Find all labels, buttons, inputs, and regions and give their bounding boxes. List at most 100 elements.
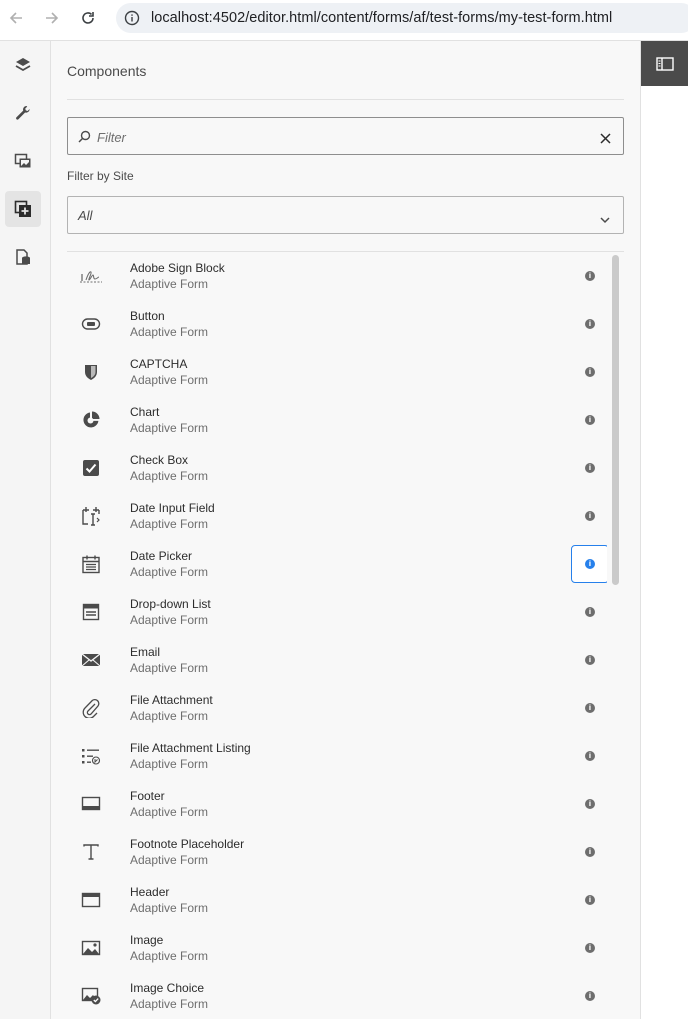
component-name: CAPTCHA	[130, 357, 188, 371]
component-name: Chart	[130, 405, 160, 419]
component-list-item[interactable]: Footnote Placeholder Adaptive Form i	[67, 828, 607, 876]
checkbox-icon	[77, 456, 105, 480]
info-button[interactable]: i	[571, 641, 607, 679]
components-add-icon[interactable]	[5, 191, 41, 227]
info-icon: i	[585, 991, 595, 1001]
info-button[interactable]: i	[571, 353, 607, 391]
component-group: Adaptive Form	[130, 757, 209, 771]
info-icon: i	[585, 511, 595, 521]
dropdown-list-icon	[77, 600, 105, 624]
search-icon	[78, 130, 91, 143]
component-list-item[interactable]: Chart Adaptive Form i	[67, 396, 607, 444]
filter-input[interactable]	[97, 127, 577, 147]
component-name: Check Box	[130, 453, 189, 467]
component-list-item[interactable]: Footer Adaptive Form i	[67, 780, 607, 828]
info-button[interactable]: i	[571, 689, 607, 727]
component-list-item[interactable]: Header Adaptive Form i	[67, 876, 607, 924]
clear-icon[interactable]	[600, 131, 611, 144]
side-rail	[0, 41, 51, 1019]
component-group: Adaptive Form	[130, 421, 209, 435]
component-group: Adaptive Form	[130, 805, 209, 819]
address-bar[interactable]: localhost:4502/editor.html/content/forms…	[116, 3, 688, 33]
assets-icon[interactable]	[5, 143, 41, 179]
component-list-item[interactable]: Image Choice Adaptive Form i	[67, 972, 607, 1019]
info-button[interactable]: i	[571, 881, 607, 919]
component-group: Adaptive Form	[130, 997, 209, 1011]
component-name: Adobe Sign Block	[130, 261, 225, 275]
component-name: Footnote Placeholder	[130, 837, 245, 851]
component-list-item[interactable]: File Attachment Adaptive Form i	[67, 684, 607, 732]
info-button[interactable]: i	[571, 545, 607, 583]
component-list-item[interactable]: Date Input Field Adaptive Form i	[67, 492, 607, 540]
button-icon	[77, 312, 105, 336]
component-list-item[interactable]: CAPTCHA Adaptive Form i	[67, 348, 607, 396]
info-icon: i	[585, 463, 595, 473]
data-sources-icon[interactable]	[5, 239, 41, 275]
component-name: Date Input Field	[130, 501, 215, 515]
component-list: Adobe Sign Block Adaptive Form i Button Adap…	[67, 252, 607, 1019]
url-text: localhost:4502/editor.html/content/forms…	[151, 10, 613, 26]
component-list-item[interactable]: Email Adaptive Form i	[67, 636, 607, 684]
component-list-item[interactable]: Image Adaptive Form i	[67, 924, 607, 972]
info-icon: i	[585, 559, 595, 569]
component-name: Header	[130, 885, 170, 899]
info-icon: i	[585, 799, 595, 809]
component-name: Image	[130, 933, 164, 947]
info-icon: i	[585, 847, 595, 857]
component-name: Image Choice	[130, 981, 205, 995]
forward-icon[interactable]	[40, 8, 64, 28]
filter-by-site-label: Filter by Site	[67, 169, 134, 183]
wrench-icon[interactable]	[5, 95, 41, 131]
info-icon: i	[585, 943, 595, 953]
component-list-item[interactable]: Adobe Sign Block Adaptive Form i	[67, 252, 607, 300]
component-list-item[interactable]: File Attachment Listing Adaptive Form i	[67, 732, 607, 780]
info-button[interactable]: i	[571, 257, 607, 295]
toggle-side-panel-button[interactable]	[641, 41, 688, 86]
component-group: Adaptive Form	[130, 517, 209, 531]
layers-icon[interactable]	[5, 47, 41, 83]
info-button[interactable]: i	[571, 449, 607, 487]
component-name: Footer	[130, 789, 165, 803]
component-group: Adaptive Form	[130, 325, 209, 339]
component-list-item[interactable]: Date Picker Adaptive Form i	[67, 540, 607, 588]
info-icon: i	[585, 895, 595, 905]
info-icon: i	[585, 415, 595, 425]
component-list-item[interactable]: Button Adaptive Form i	[67, 300, 607, 348]
info-icon: i	[585, 703, 595, 713]
info-button[interactable]: i	[571, 929, 607, 967]
info-icon: i	[585, 367, 595, 377]
scrollbar[interactable]	[610, 255, 620, 1019]
component-group: Adaptive Form	[130, 901, 209, 915]
signature-icon	[77, 264, 105, 288]
info-button[interactable]: i	[571, 977, 607, 1015]
component-group: Adaptive Form	[130, 469, 209, 483]
info-button[interactable]: i	[571, 497, 607, 535]
site-info-icon[interactable]	[124, 10, 140, 26]
image-icon	[77, 936, 105, 960]
info-button[interactable]: i	[571, 785, 607, 823]
component-group: Adaptive Form	[130, 373, 209, 387]
site-select[interactable]: All	[67, 196, 624, 234]
info-button[interactable]: i	[571, 833, 607, 871]
pie-chart-icon	[77, 408, 105, 432]
component-group: Adaptive Form	[130, 277, 209, 291]
component-group: Adaptive Form	[130, 709, 209, 723]
component-list-item[interactable]: Check Box Adaptive Form i	[67, 444, 607, 492]
info-button[interactable]: i	[571, 305, 607, 343]
back-icon[interactable]	[4, 8, 28, 28]
info-button[interactable]: i	[571, 737, 607, 775]
scrollbar-thumb[interactable]	[612, 255, 619, 585]
info-icon: i	[585, 607, 595, 617]
component-name: File Attachment	[130, 693, 213, 707]
date-input-icon	[77, 504, 105, 528]
site-select-value: All	[78, 208, 93, 223]
reload-icon[interactable]	[76, 8, 100, 28]
component-list-item[interactable]: Drop-down List Adaptive Form i	[67, 588, 607, 636]
filter-field[interactable]	[67, 117, 624, 155]
component-group: Adaptive Form	[130, 853, 209, 867]
info-button[interactable]: i	[571, 593, 607, 631]
footer-icon	[77, 792, 105, 816]
component-name: Button	[130, 309, 165, 323]
image-choice-icon	[77, 984, 105, 1008]
info-button[interactable]: i	[571, 401, 607, 439]
